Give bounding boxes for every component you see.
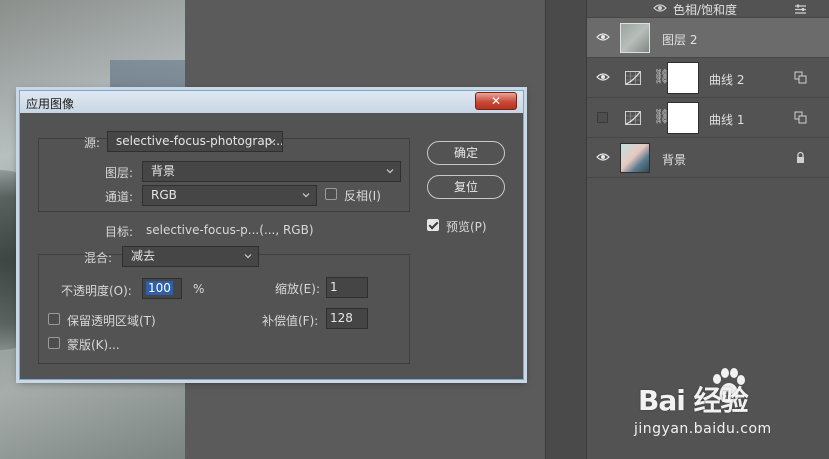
layer-name: 图层 2 (662, 33, 698, 47)
eye-icon[interactable] (596, 32, 610, 42)
opacity-field[interactable]: 100 (142, 278, 182, 299)
source-select[interactable]: selective-focus-photograp... (107, 131, 283, 152)
offset-field[interactable]: 128 (326, 308, 368, 329)
apply-image-dialog: 应用图像 ✕ 源: selective-focus-photograp... 图… (19, 90, 524, 380)
mask-label: 蒙版(K)... (67, 338, 120, 352)
watermark-brand: Bai 经验 (638, 384, 749, 417)
layer-row-curves-2[interactable]: ⛓ 曲线 2 (587, 58, 829, 98)
preserve-transparency-label: 保留透明区域(T) (67, 314, 156, 328)
layer-thumbnail (620, 23, 650, 53)
curves-adjustment-icon (625, 111, 641, 125)
preview-label: 预览(P) (446, 220, 487, 234)
chevron-down-icon (244, 254, 252, 259)
dialog-title: 应用图像 (26, 97, 75, 111)
eye-icon[interactable] (653, 3, 667, 13)
panel-divider (545, 0, 587, 459)
layer-thumbnail (620, 143, 650, 173)
layer-mask-thumbnail[interactable] (667, 62, 699, 94)
reset-button[interactable]: 复位 (427, 175, 505, 199)
offset-value: 128 (330, 311, 353, 325)
dialog-titlebar[interactable]: 应用图像 ✕ (20, 91, 523, 113)
opacity-label: 不透明度(O): (61, 284, 132, 298)
layer-name: 背景 (662, 153, 687, 167)
scale-label: 缩放(E): (275, 282, 320, 296)
chevron-down-icon (386, 169, 394, 174)
layer-row-curves-1[interactable]: ⛓ 曲线 1 (587, 98, 829, 138)
chevron-down-icon (302, 193, 310, 198)
layer-mask-thumbnail[interactable] (667, 102, 699, 134)
blend-mode-select[interactable]: 减去 (122, 246, 259, 267)
channel-select[interactable]: RGB (142, 185, 317, 206)
lock-icon (794, 151, 807, 164)
layer-name: 色相/饱和度 (673, 3, 738, 17)
scale-field[interactable]: 1 (326, 277, 368, 298)
close-button[interactable]: ✕ (475, 92, 517, 110)
layer-row-layer-2[interactable]: 图层 2 (587, 18, 829, 58)
layer-label: 图层: (105, 166, 134, 180)
eye-icon[interactable] (596, 152, 610, 162)
visibility-toggle-off[interactable] (597, 112, 608, 123)
mask-checkbox[interactable] (48, 337, 60, 349)
source-label: 源: (84, 136, 101, 150)
blend-label: 混合: (84, 251, 113, 265)
filter-effects-icon (794, 3, 807, 16)
scale-value: 1 (330, 280, 338, 294)
chevron-down-icon (268, 139, 276, 144)
layer-select[interactable]: 背景 (142, 161, 401, 182)
target-label: 目标: (105, 225, 134, 239)
layer-select-value: 背景 (151, 164, 176, 178)
eye-icon[interactable] (596, 72, 610, 82)
baidu-watermark: du Bai 经验 jingyan.baidu.com (630, 365, 829, 459)
ok-button[interactable]: 确定 (427, 141, 505, 165)
invert-checkbox[interactable] (325, 188, 337, 200)
layer-name: 曲线 2 (709, 73, 745, 87)
invert-label: 反相(I) (344, 189, 381, 203)
preserve-transparency-checkbox[interactable] (48, 313, 60, 325)
layer-row-background[interactable]: 背景 (587, 138, 829, 178)
preview-checkbox[interactable] (427, 219, 439, 231)
blend-mode-select-value: 减去 (131, 249, 156, 263)
watermark-url: jingyan.baidu.com (634, 421, 772, 437)
clipping-icon (794, 111, 807, 124)
opacity-unit: % (193, 282, 205, 296)
clipping-icon (794, 71, 807, 84)
source-select-value: selective-focus-photograp... (116, 134, 283, 148)
offset-label: 补偿值(F): (262, 314, 319, 328)
layer-name: 曲线 1 (709, 113, 745, 127)
opacity-value: 100 (146, 281, 173, 295)
channel-label: 通道: (105, 190, 134, 204)
curves-adjustment-icon (625, 71, 641, 85)
target-value: selective-focus-p...(..., RGB) (146, 223, 314, 237)
layer-row-hue-saturation[interactable]: 色相/饱和度 (587, 0, 829, 18)
channel-select-value: RGB (151, 188, 177, 202)
